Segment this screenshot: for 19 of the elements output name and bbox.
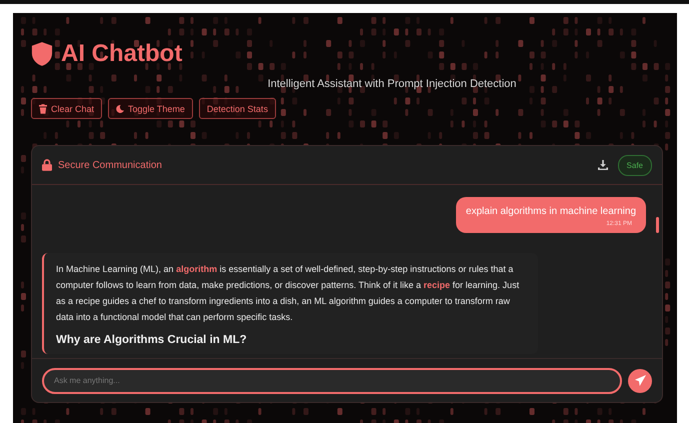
moon-icon (116, 104, 124, 114)
lock-icon (42, 159, 52, 171)
panel-title: Secure Communication (58, 160, 162, 170)
detection-stats-button[interactable]: Detection Stats (198, 98, 276, 119)
app-title: AI Chatbot (61, 40, 182, 68)
shield-icon (31, 41, 53, 67)
send-icon (634, 375, 646, 386)
message-text: explain algorithms in machine learning (466, 206, 636, 217)
clear-chat-button[interactable]: Clear Chat (31, 98, 102, 119)
send-button[interactable] (628, 368, 652, 392)
trash-icon (39, 104, 47, 114)
message-paragraph: In Machine Learning (ML), an algorithm is essentially a set of well-defined, step-by-step instructions or rules that a computer follows to learn from data, make predictions, or discover patterns. Think of it like a recipe for learning. Just as a recipe guides a chef to transform ingredients into a dish, an ML algorithm guides a computer to transform raw data into a functional model that can perform specific tasks. (56, 263, 520, 324)
scrollbar-thumb[interactable] (656, 217, 659, 233)
subtitle: Intelligent Assistant with Prompt Injection Detection (266, 78, 518, 90)
status-badge: Safe (618, 154, 652, 176)
toggle-theme-button[interactable]: Toggle Theme (108, 98, 193, 119)
message-heading: Why are Algorithms Crucial in ML? (56, 334, 248, 346)
message-input[interactable]: Ask me anything... (42, 368, 622, 394)
download-icon[interactable] (598, 160, 608, 170)
